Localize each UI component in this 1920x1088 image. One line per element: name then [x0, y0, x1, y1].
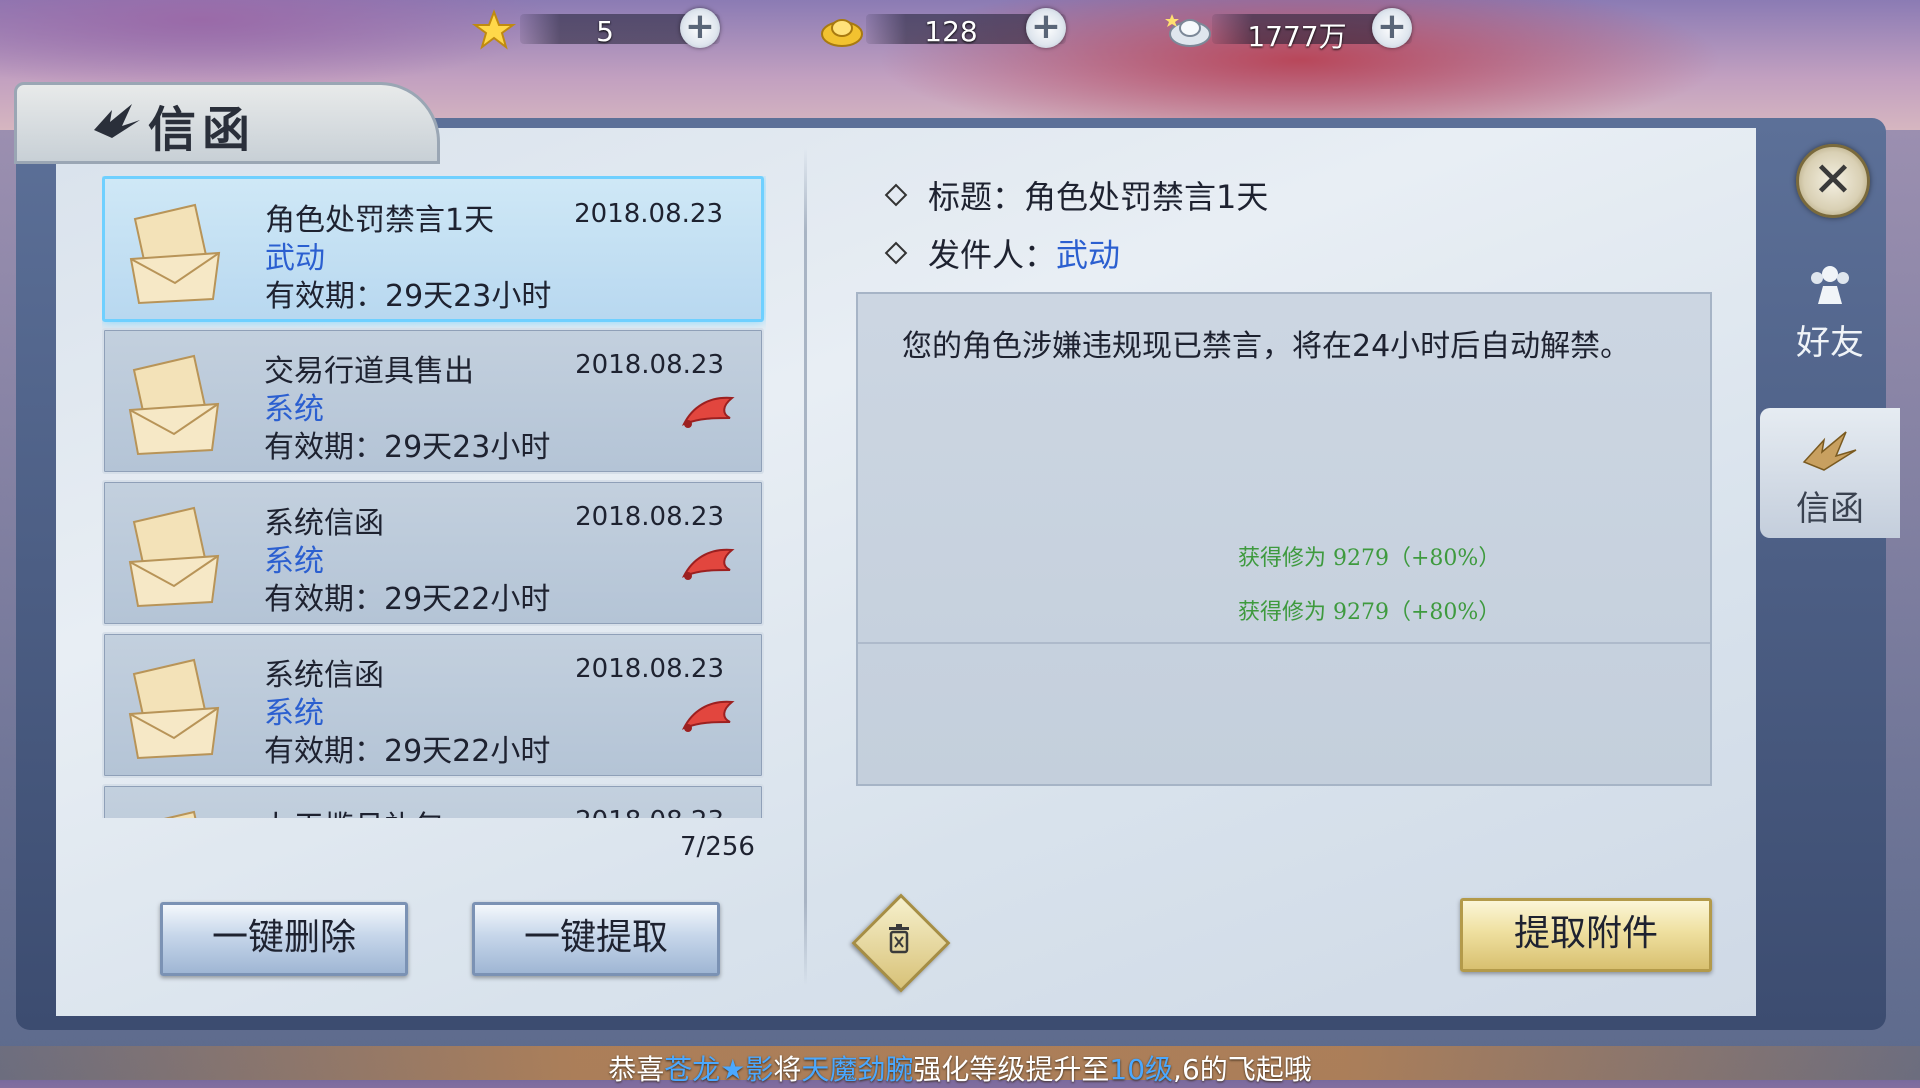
- gold-ingot-icon: [821, 19, 863, 47]
- delete-all-button[interactable]: 一键删除: [160, 902, 408, 976]
- broadcast-suffix: ,6的飞起哦: [1173, 1053, 1312, 1086]
- diamond-bullet-icon: [884, 183, 908, 207]
- letter-icon: [163, 810, 197, 818]
- broadcast-level: 10级: [1109, 1053, 1174, 1086]
- detail-title-value: 角色处罚禁言1天: [1024, 178, 1269, 216]
- mail-expiry: 有效期：29天22小时: [264, 734, 551, 769]
- panel-title: 信函: [148, 102, 257, 158]
- bird-icon: [94, 104, 140, 138]
- tab-mail[interactable]: 信函: [1760, 408, 1900, 538]
- currency-value: 1777万: [1247, 20, 1347, 53]
- mail-expiry: 有效期：29天22小时: [264, 582, 551, 617]
- tab-friends-label: 好友: [1796, 323, 1864, 363]
- add-currency-button[interactable]: +: [1026, 8, 1066, 48]
- broadcast-player: 苍龙★影: [664, 1053, 774, 1086]
- currency-value: 128: [924, 15, 978, 48]
- mail-date: 2018.08.23: [575, 654, 724, 684]
- mail-item[interactable]: 九天揽月礼包 2018.08.23: [102, 784, 764, 818]
- mail-date: 2018.08.23: [574, 199, 723, 229]
- mail-item[interactable]: 系统信函 系统 有效期：29天22小时 2018.08.23: [102, 632, 764, 778]
- tab-mail-label: 信函: [1796, 489, 1864, 529]
- letter-icon: [129, 203, 221, 305]
- silver-ingot-icon: [1165, 14, 1211, 47]
- detail-sender-label: 发件人：: [928, 236, 1057, 274]
- reward-line: 获得修为 9279（+80%）: [1238, 546, 1501, 571]
- detail-sender-value: 武动: [1056, 236, 1121, 274]
- collect-attachment-button[interactable]: 提取附件: [1460, 898, 1712, 972]
- detail-title-label: 标题：: [928, 178, 1025, 216]
- currency-value: 5: [596, 15, 614, 48]
- broadcast-item: 天魔劲腕: [801, 1053, 914, 1086]
- mail-count: 7/256: [680, 832, 755, 862]
- currency-gold-star: 5 +: [470, 6, 750, 52]
- mail-item[interactable]: 系统信函 系统 有效期：29天22小时 2018.08.23: [102, 480, 764, 626]
- divider: [804, 148, 807, 986]
- mail-item[interactable]: 交易行道具售出 系统 有效期：29天23小时 2018.08.23: [102, 328, 764, 474]
- collect-all-button[interactable]: 一键提取: [472, 902, 720, 976]
- letter-icon: [128, 506, 220, 608]
- broadcast-mid2: 强化等级提升至: [913, 1053, 1110, 1086]
- mail-expiry: 有效期：29天23小时: [265, 279, 552, 314]
- broadcast-mid1: 将: [773, 1053, 802, 1086]
- mail-body: 您的角色涉嫌违规现已禁言，将在24小时后自动解禁。: [902, 329, 1631, 364]
- reward-line: 获得修为 9279（+80%）: [1238, 600, 1501, 625]
- currency-gold-ingot: 128 +: [816, 6, 1096, 52]
- bird-icon: [1802, 431, 1857, 471]
- mail-date: 2018.08.23: [575, 502, 724, 532]
- attachment-flag-icon: [681, 700, 735, 732]
- letter-icon: [128, 354, 220, 456]
- currency-silver-ingot: 1777万 +: [1162, 6, 1442, 53]
- detail-title-row: 标题：角色处罚禁言1天: [884, 172, 1269, 218]
- gold-star-icon: [471, 9, 517, 50]
- broadcast-prefix: 恭喜: [608, 1053, 665, 1086]
- mail-item[interactable]: 角色处罚禁言1天 武动 有效期：29天23小时 2018.08.23: [102, 176, 764, 322]
- detail-sender-row: 发件人：武动: [884, 230, 1121, 276]
- diamond-bullet-icon: [884, 241, 908, 265]
- add-currency-button[interactable]: +: [680, 8, 720, 48]
- mail-date: 2018.08.23: [575, 806, 724, 818]
- letter-icon: [128, 658, 220, 760]
- tab-friends[interactable]: 好友: [1760, 262, 1900, 372]
- mail-content-box: 您的角色涉嫌违规现已禁言，将在24小时后自动解禁。 获得修为 9279（+80%…: [856, 292, 1712, 786]
- friends-icon: [1811, 266, 1849, 304]
- content-divider: [858, 642, 1710, 644]
- mail-date: 2018.08.23: [575, 350, 724, 380]
- attachment-flag-icon: [681, 548, 735, 580]
- broadcast-text: 恭喜苍龙★影将天魔劲腕强化等级提升至10级,6的飞起哦: [0, 1048, 1920, 1088]
- add-currency-button[interactable]: +: [1372, 8, 1412, 48]
- trash-icon: [889, 924, 909, 954]
- mail-subject: 九天揽月礼包: [264, 802, 444, 818]
- attachment-flag-icon: [681, 396, 735, 428]
- mail-expiry: 有效期：29天23小时: [264, 430, 551, 465]
- close-button[interactable]: ✕: [1796, 144, 1870, 218]
- mail-list[interactable]: 角色处罚禁言1天 武动 有效期：29天23小时 2018.08.23 交易行道具…: [102, 176, 766, 818]
